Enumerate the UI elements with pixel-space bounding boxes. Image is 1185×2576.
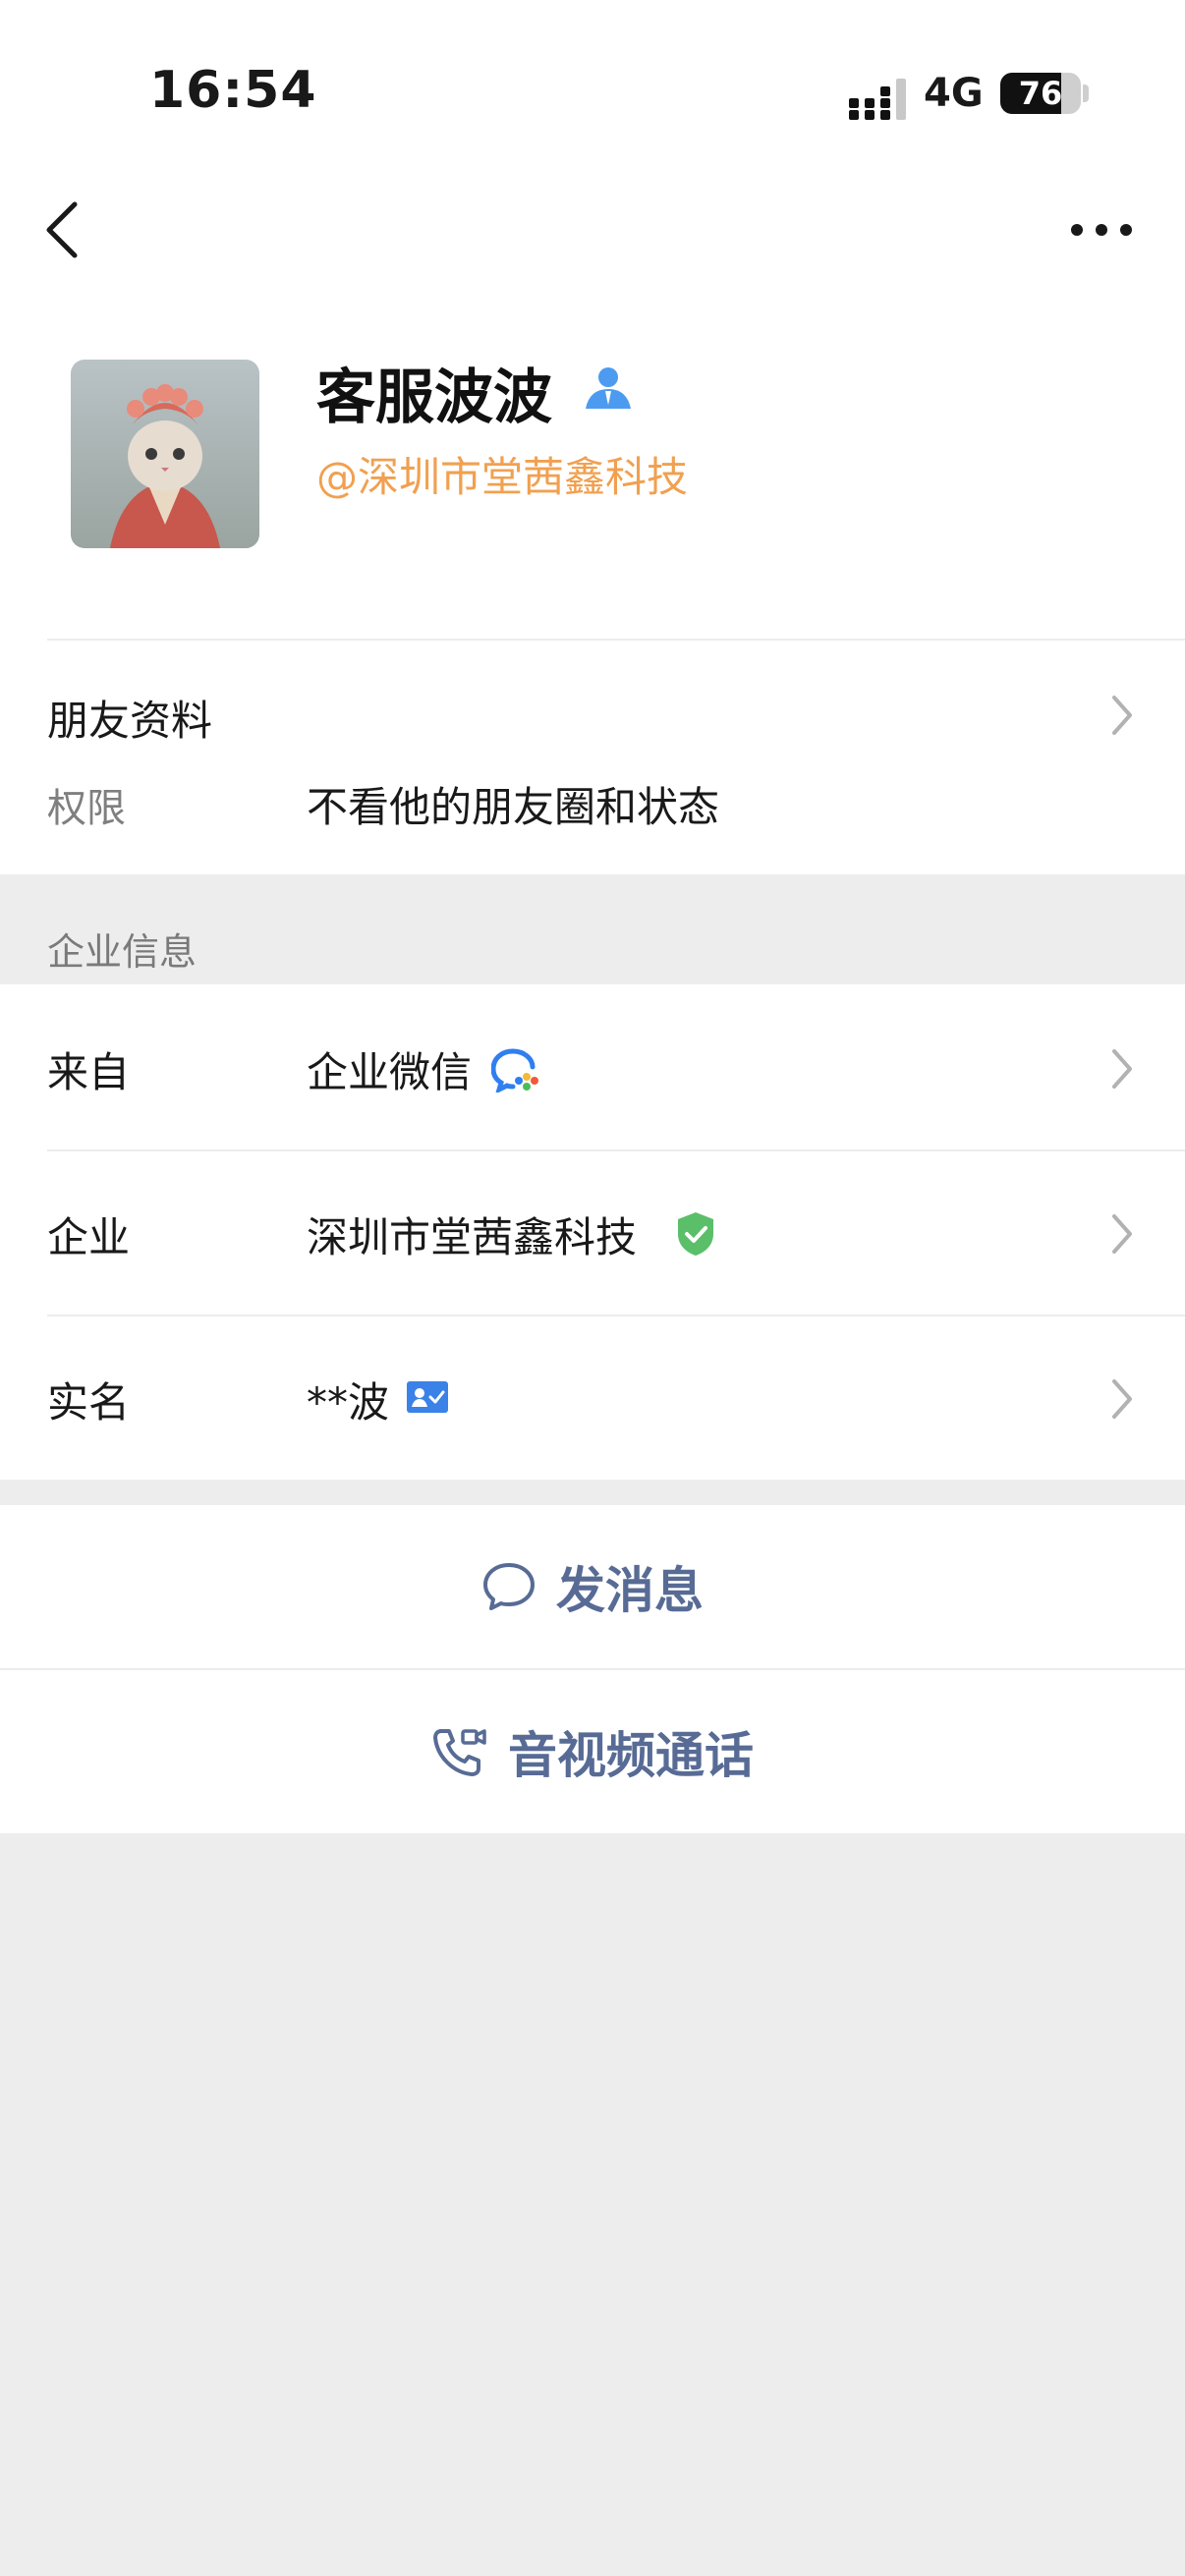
wecom-logo-icon — [491, 1048, 538, 1092]
enterprise-value[interactable]: 深圳市堂茜鑫科技 — [307, 1204, 637, 1264]
id-card-icon — [407, 1381, 448, 1413]
av-call-button[interactable]: 音视频通话 — [0, 1670, 1185, 1833]
chevron-right-icon[interactable] — [1106, 1375, 1136, 1423]
company-tag: @深圳市堂茜鑫科技 — [316, 453, 689, 501]
enterprise-label: 企业 — [47, 1213, 131, 1261]
signal-icon — [849, 79, 906, 120]
phone-video-icon — [433, 1729, 486, 1776]
person-icon — [586, 367, 631, 409]
avatar[interactable] — [71, 360, 259, 548]
permission-value: 不看他的朋友圈和状态 — [307, 783, 720, 831]
realname-label: 实名 — [47, 1378, 131, 1427]
profile-name: 客服波波 — [316, 364, 552, 432]
chevron-right-icon[interactable] — [1106, 692, 1136, 739]
network-type: 4G — [924, 71, 984, 116]
chat-bubble-icon — [483, 1563, 535, 1610]
shield-check-icon — [678, 1212, 713, 1256]
av-call-label: 音视频通话 — [508, 1727, 754, 1784]
status-time: 16:54 — [149, 61, 317, 120]
battery-icon: 76 — [1000, 73, 1081, 114]
more-dots-icon[interactable] — [1067, 210, 1136, 250]
chevron-right-icon[interactable] — [1106, 1045, 1136, 1092]
section-title: 企业信息 — [47, 930, 198, 974]
avatar-image — [71, 360, 259, 548]
chevron-left-icon[interactable] — [39, 196, 86, 263]
friend-info-title[interactable]: 朋友资料 — [47, 688, 212, 748]
send-message-button[interactable]: 发消息 — [0, 1505, 1185, 1668]
battery-nub — [1083, 84, 1089, 102]
status-bar: 16:54 4G 76 — [0, 0, 1185, 157]
chevron-right-icon[interactable] — [1106, 1210, 1136, 1258]
from-value[interactable]: 企业微信 — [307, 1039, 472, 1099]
divider — [47, 1315, 1185, 1316]
from-label: 来自 — [47, 1048, 131, 1096]
permission-label: 权限 — [47, 786, 126, 831]
battery-percent: 76 — [1018, 75, 1063, 112]
divider — [47, 639, 1185, 641]
realname-value[interactable]: **波 — [307, 1370, 389, 1429]
divider — [47, 1149, 1185, 1151]
send-message-label: 发消息 — [556, 1562, 704, 1619]
